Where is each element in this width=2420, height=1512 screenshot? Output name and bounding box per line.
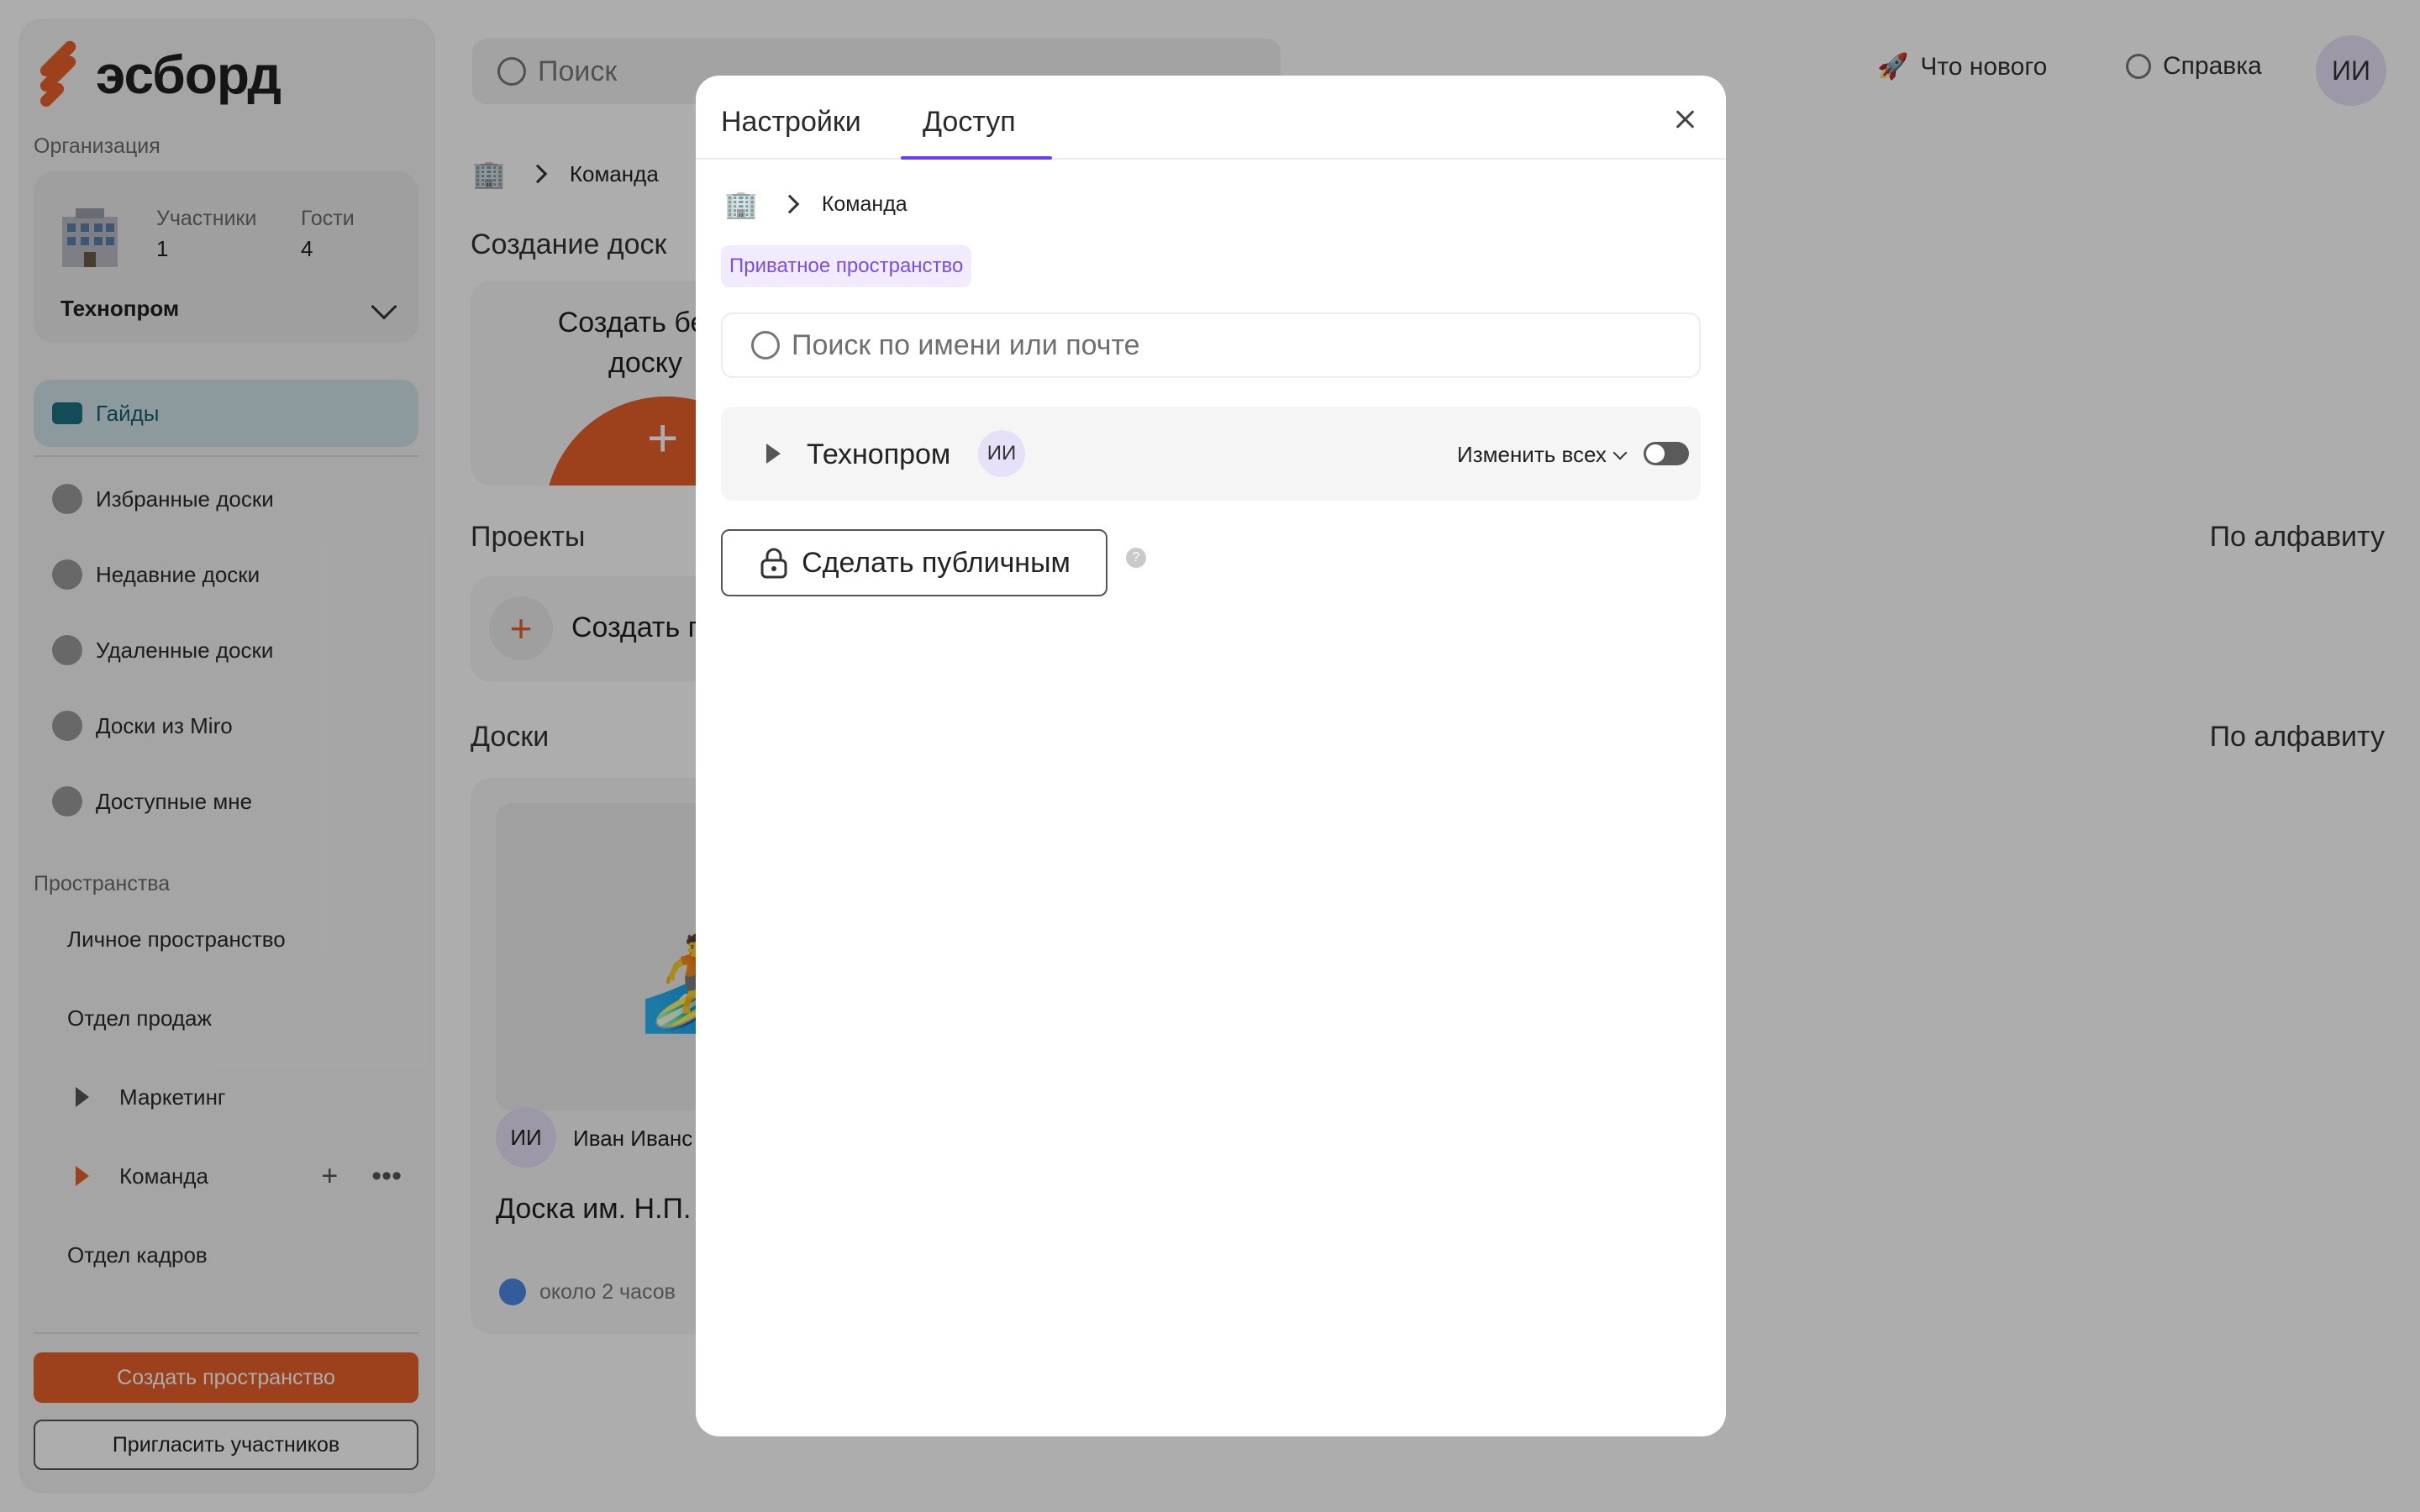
active-tab-indicator [901, 156, 1052, 160]
chevron-down-icon [1612, 445, 1628, 459]
change-all-label: Изменить всех [1457, 442, 1607, 467]
member-avatar: ИИ [978, 430, 1025, 477]
chevron-right-icon [780, 194, 800, 214]
tab-access[interactable]: Доступ [923, 106, 1016, 139]
member-search-input[interactable]: Поиск по имени или почте [721, 312, 1701, 378]
help-hint-icon[interactable]: ? [1126, 548, 1146, 568]
member-search-placeholder: Поиск по имени или почте [792, 328, 1140, 361]
building-icon[interactable]: 🏢 [724, 188, 758, 220]
search-icon [751, 331, 780, 360]
modal-breadcrumb: 🏢 Команда [724, 188, 908, 220]
modal-tabs: Настройки Доступ [696, 76, 1726, 160]
make-public-button[interactable]: Сделать публичным [721, 529, 1107, 596]
close-icon[interactable] [1670, 104, 1701, 134]
org-access-row: Технопром ИИ Изменить всех [721, 407, 1701, 501]
make-public-label: Сделать публичным [802, 546, 1071, 579]
expand-triangle-icon[interactable] [766, 444, 781, 464]
org-access-name: Технопром [807, 438, 951, 470]
lock-icon [760, 548, 787, 579]
access-toggle[interactable] [1644, 442, 1689, 465]
private-space-badge: Приватное пространство [721, 245, 972, 287]
access-modal: Настройки Доступ 🏢 Команда Приватное про… [696, 76, 1726, 1436]
change-all-dropdown[interactable]: Изменить всех [1457, 442, 1628, 468]
tab-settings[interactable]: Настройки [721, 106, 861, 139]
modal-breadcrumb-current[interactable]: Команда [822, 192, 908, 217]
